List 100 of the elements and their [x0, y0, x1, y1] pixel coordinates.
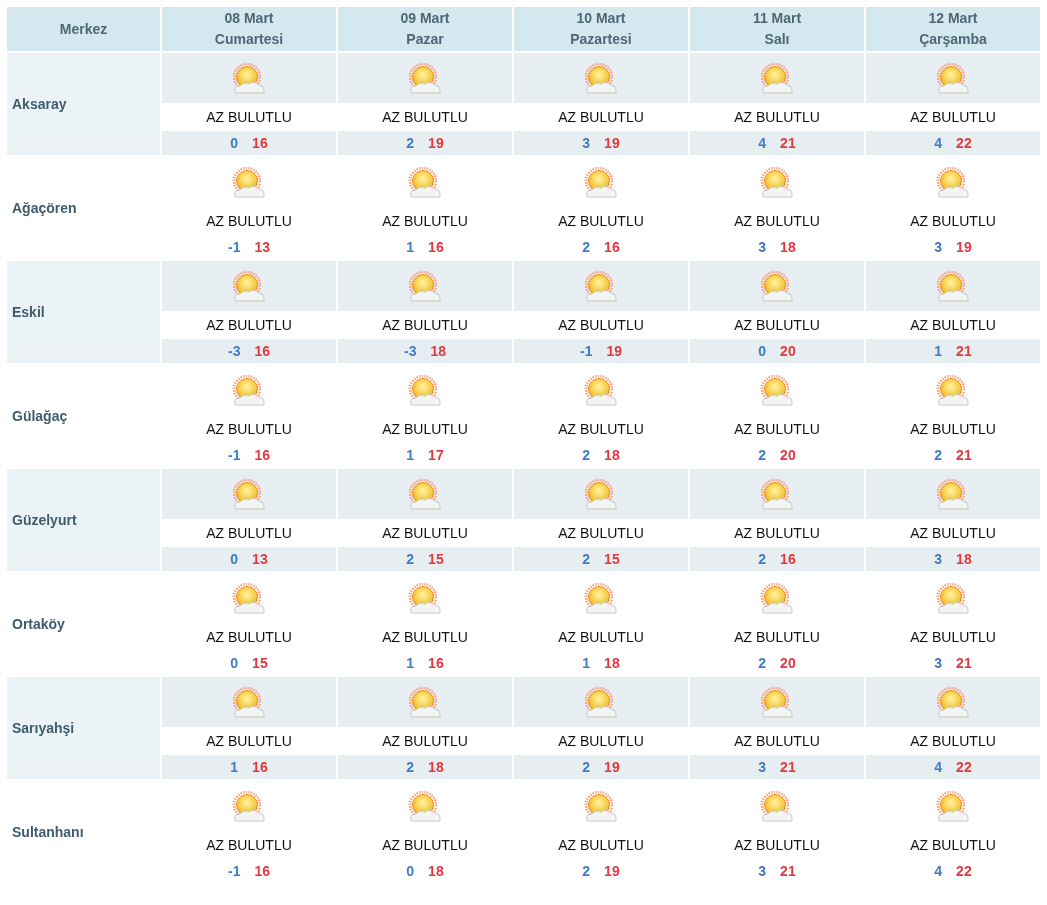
sun-cloud-icon	[230, 167, 268, 201]
weather-condition: AZ BULUTLU	[206, 317, 292, 333]
min-temperature: 2	[582, 863, 591, 879]
weather-condition: AZ BULUTLU	[382, 733, 468, 749]
max-temperature: 21	[780, 135, 796, 151]
weather-condition: AZ BULUTLU	[382, 421, 468, 437]
sun-cloud-icon	[230, 375, 268, 409]
sun-cloud-icon	[582, 583, 620, 617]
column-header: Merkez	[59, 20, 108, 37]
min-temperature: 2	[758, 655, 767, 671]
weather-condition: AZ BULUTLU	[734, 421, 820, 437]
weather-condition: AZ BULUTLU	[558, 733, 644, 749]
max-temperature: 22	[956, 759, 972, 775]
sun-cloud-icon	[758, 167, 796, 201]
weather-condition: AZ BULUTLU	[734, 733, 820, 749]
min-temperature: 2	[758, 551, 767, 567]
weather-condition: AZ BULUTLU	[206, 109, 292, 125]
weather-condition: AZ BULUTLU	[382, 109, 468, 125]
max-temperature: 21	[956, 447, 972, 463]
max-temperature: 16	[252, 759, 268, 775]
district-name: Ağaçören	[12, 200, 77, 216]
max-temperature: 15	[604, 551, 620, 567]
weather-condition: AZ BULUTLU	[558, 525, 644, 541]
date-label: 11 Mart	[751, 9, 803, 28]
max-temperature: 16	[254, 447, 270, 463]
sun-cloud-icon	[758, 479, 796, 513]
weather-condition: AZ BULUTLU	[734, 213, 820, 229]
date-label: 08 Mart	[223, 9, 275, 28]
district-name: Ortaköy	[12, 616, 65, 632]
weather-condition: AZ BULUTLU	[382, 837, 468, 853]
weather-condition: AZ BULUTLU	[558, 317, 644, 333]
min-temperature: 0	[230, 551, 239, 567]
district-name: Sarıyahşi	[12, 720, 75, 736]
weather-condition: AZ BULUTLU	[734, 109, 820, 125]
max-temperature: 16	[428, 239, 444, 255]
sun-cloud-icon	[406, 687, 444, 721]
sun-cloud-icon	[230, 63, 268, 97]
sun-cloud-icon	[230, 687, 268, 721]
min-temperature: -1	[228, 239, 241, 255]
min-temperature: -1	[580, 343, 593, 359]
min-temperature: 0	[758, 343, 767, 359]
max-temperature: 21	[780, 759, 796, 775]
weekday-label: Cumartesi	[213, 30, 285, 49]
weather-condition: AZ BULUTLU	[206, 525, 292, 541]
sun-cloud-icon	[406, 271, 444, 305]
weather-condition: AZ BULUTLU	[206, 733, 292, 749]
weather-condition: AZ BULUTLU	[910, 525, 996, 541]
sun-cloud-icon	[934, 271, 972, 305]
min-temperature: 1	[582, 655, 591, 671]
sun-cloud-icon	[582, 687, 620, 721]
sun-cloud-icon	[582, 63, 620, 97]
max-temperature: 18	[604, 447, 620, 463]
min-temperature: 4	[934, 135, 943, 151]
sun-cloud-icon	[934, 63, 972, 97]
max-temperature: 19	[956, 239, 972, 255]
weather-condition: AZ BULUTLU	[910, 109, 996, 125]
max-temperature: 20	[780, 343, 796, 359]
max-temperature: 19	[428, 135, 444, 151]
max-temperature: 18	[430, 343, 446, 359]
weather-condition: AZ BULUTLU	[382, 629, 468, 645]
min-temperature: 4	[758, 135, 767, 151]
sun-cloud-icon	[758, 687, 796, 721]
max-temperature: 13	[252, 551, 268, 567]
sun-cloud-icon	[582, 791, 620, 825]
min-temperature: 2	[406, 759, 415, 775]
min-temperature: 1	[934, 343, 943, 359]
min-temperature: 3	[758, 239, 767, 255]
weather-condition: AZ BULUTLU	[734, 837, 820, 853]
max-temperature: 22	[956, 863, 972, 879]
min-temperature: 2	[758, 447, 767, 463]
max-temperature: 21	[780, 863, 796, 879]
min-temperature: 2	[406, 551, 415, 567]
min-temperature: 3	[934, 655, 943, 671]
sun-cloud-icon	[582, 375, 620, 409]
sun-cloud-icon	[758, 63, 796, 97]
weekday-label: Pazar	[405, 30, 445, 49]
max-temperature: 21	[956, 655, 972, 671]
sun-cloud-icon	[934, 687, 972, 721]
date-label: 10 Mart	[575, 9, 627, 28]
max-temperature: 20	[780, 655, 796, 671]
sun-cloud-icon	[406, 63, 444, 97]
sun-cloud-icon	[758, 583, 796, 617]
sun-cloud-icon	[582, 167, 620, 201]
date-label: 09 Mart	[399, 9, 451, 28]
max-temperature: 16	[428, 655, 444, 671]
max-temperature: 18	[956, 551, 972, 567]
sun-cloud-icon	[934, 479, 972, 513]
weekday-label: Salı	[763, 30, 791, 49]
sun-cloud-icon	[582, 271, 620, 305]
weather-condition: AZ BULUTLU	[206, 629, 292, 645]
max-temperature: 15	[428, 551, 444, 567]
min-temperature: 4	[934, 759, 943, 775]
min-temperature: 3	[758, 759, 767, 775]
min-temperature: 0	[406, 863, 415, 879]
max-temperature: 16	[604, 239, 620, 255]
min-temperature: 0	[230, 135, 239, 151]
min-temperature: -3	[404, 343, 417, 359]
min-temperature: 2	[582, 239, 591, 255]
sun-cloud-icon	[230, 479, 268, 513]
weather-condition: AZ BULUTLU	[910, 317, 996, 333]
